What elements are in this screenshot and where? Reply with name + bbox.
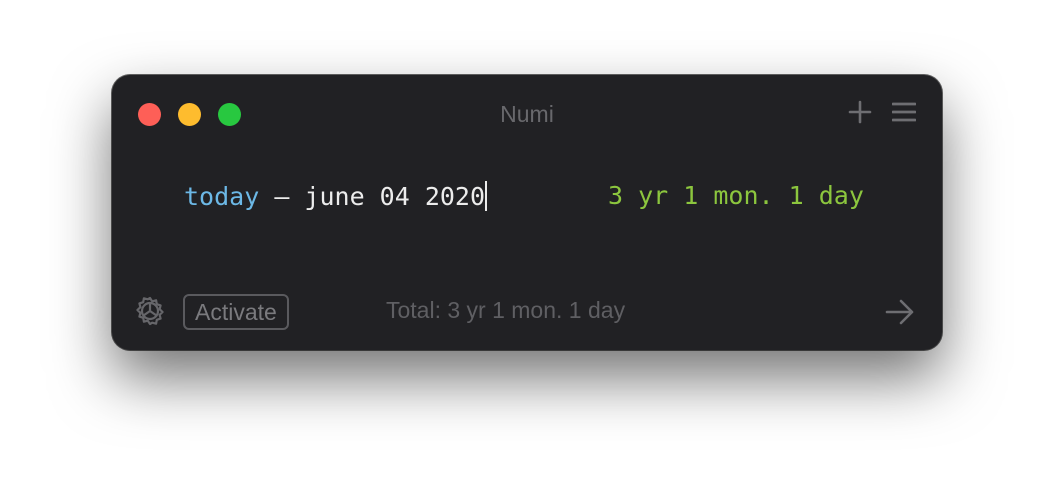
arrow-right-icon[interactable] xyxy=(884,298,916,326)
plus-icon[interactable] xyxy=(848,100,872,124)
editor-line[interactable]: today – june 04 2020 xyxy=(184,181,488,211)
menu-icon[interactable] xyxy=(892,101,916,123)
total-text: Total: 3 yr 1 mon. 1 day xyxy=(386,297,626,323)
window-title: Numi xyxy=(500,101,554,127)
expression-text: – june 04 2020 xyxy=(259,182,486,211)
result-value: 3 yr 1 mon. 1 day xyxy=(608,181,864,210)
gear-icon[interactable] xyxy=(134,295,166,327)
activate-button[interactable]: Activate xyxy=(183,294,289,330)
numi-window: Numi today – june 04 2020 3 yr 1 mon. 1 … xyxy=(112,75,942,350)
text-caret xyxy=(485,181,488,211)
keyword-token: today xyxy=(184,182,260,211)
